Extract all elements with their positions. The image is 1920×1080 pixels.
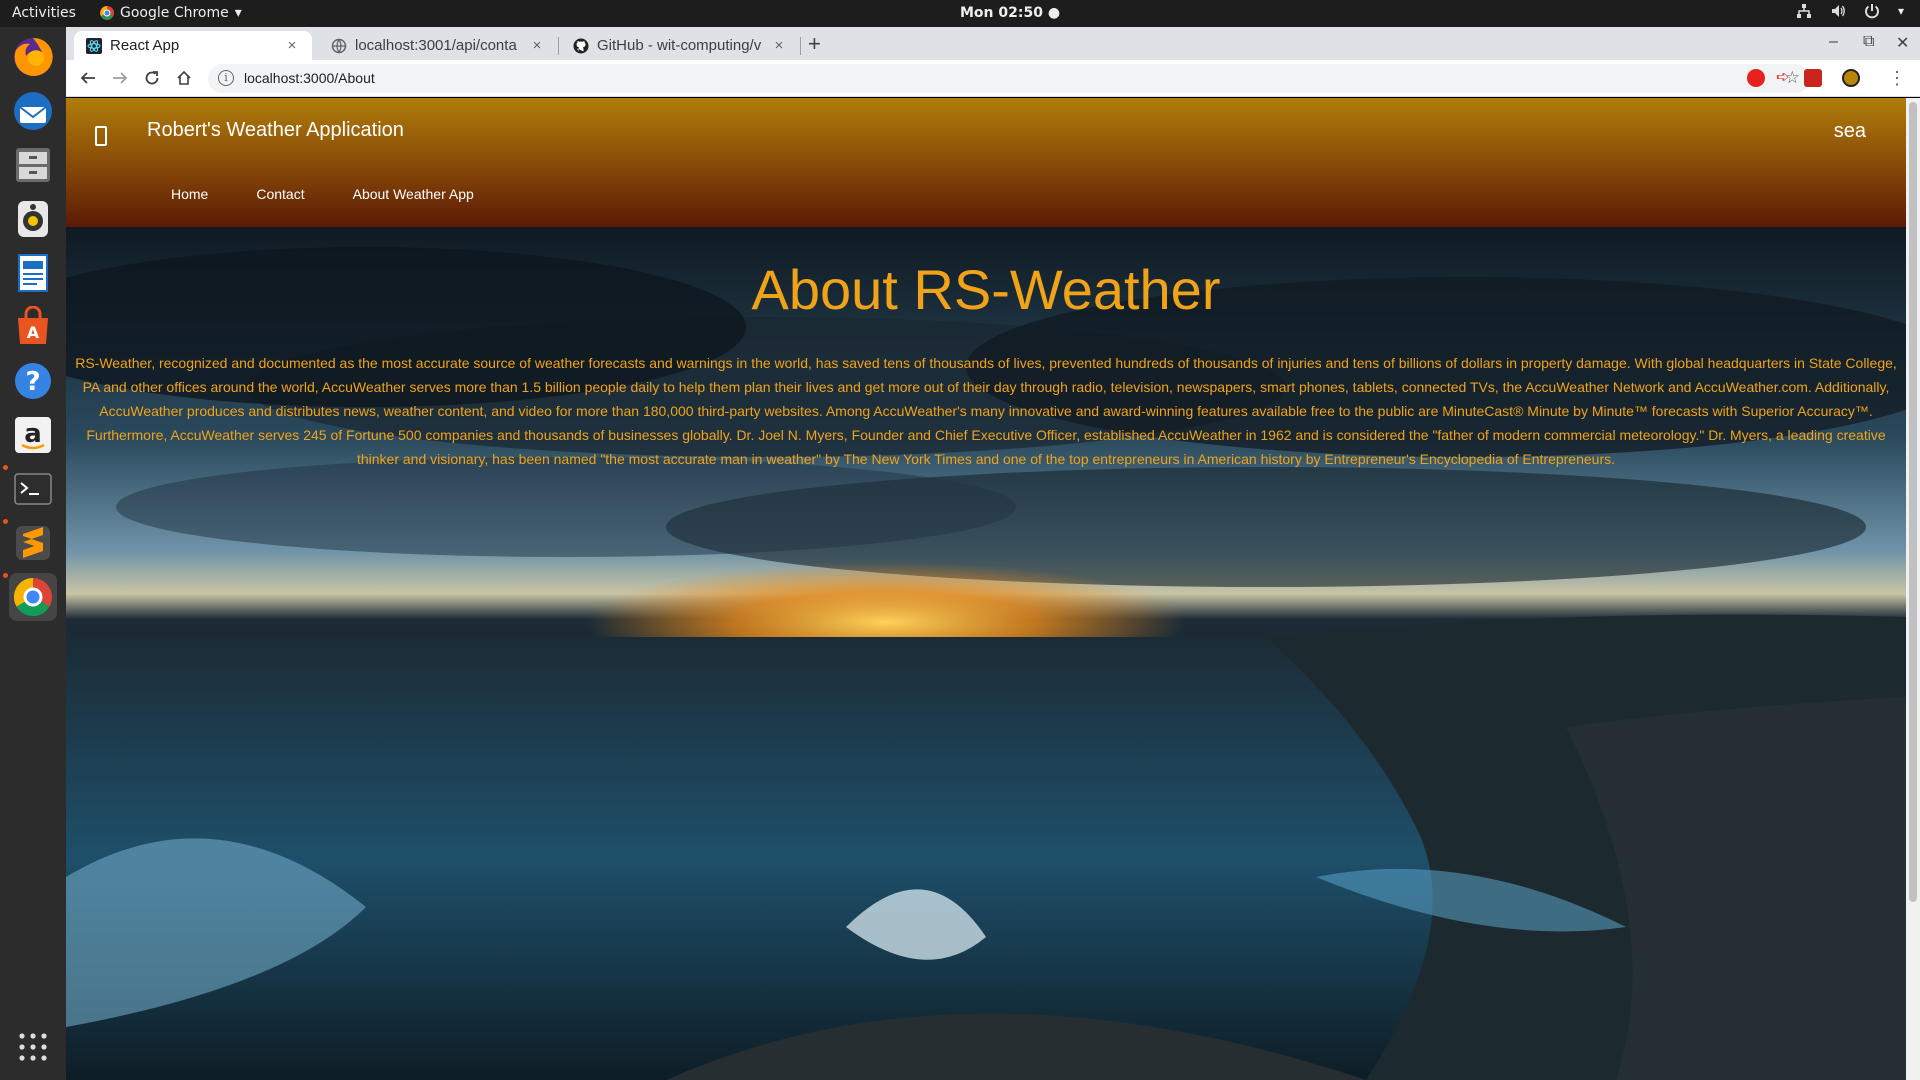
terminal-launcher[interactable] [9,465,57,513]
tab-github[interactable]: GitHub - wit-computing/v × [561,31,799,60]
browser-toolbar: i localhost:3000/About ☆ ➪ ⋮ [66,60,1920,97]
chevron-down-icon: ▾ [1897,4,1904,18]
site-info-icon[interactable]: i [218,70,234,86]
app-menu-label: Google Chrome [120,5,229,21]
tab-close-button[interactable]: × [284,37,300,54]
app-brand[interactable]: Robert's Weather Application [147,119,404,142]
show-applications-button[interactable] [9,1023,57,1071]
react-favicon-icon [86,37,102,54]
activities-button[interactable]: Activities [12,5,76,21]
sublime-launcher[interactable] [9,519,57,567]
software-launcher[interactable]: A [9,303,57,351]
nav-link-contact[interactable]: Contact [256,186,304,202]
clock[interactable]: Mon 02:50 ● [960,5,1060,21]
page-viewport: Robert's Weather Application sea Home Co… [66,98,1906,1080]
firefox-icon [14,37,53,76]
app-navbar: Robert's Weather Application sea Home Co… [66,98,1906,227]
speaker-icon [18,201,48,237]
network-icon [1796,4,1811,18]
svg-text:a: a [24,419,42,449]
chrome-icon [100,6,114,20]
terminal-icon [14,473,52,505]
svg-text:A: A [27,323,40,342]
power-icon [1864,4,1879,19]
svg-text:?: ? [25,367,40,397]
rhythmbox-launcher[interactable] [9,195,57,243]
chrome-icon [13,577,52,617]
forward-button[interactable] [109,67,131,89]
clock-text: Mon 02:50 [960,5,1043,21]
about-paragraph: RS-Weather, recognized and documented as… [75,355,1897,467]
scrollbar-thumb[interactable] [1909,102,1917,902]
page-title: About RS-Weather [751,258,1221,321]
tab-close-button[interactable]: × [529,37,545,54]
page-scrollbar[interactable] [1906,98,1920,1080]
new-tab-button[interactable]: + [808,31,821,57]
close-window-button[interactable]: ✕ [1896,33,1909,53]
tab-react-app[interactable]: React App × [74,31,312,60]
search-input[interactable]: sea [1834,120,1866,143]
reload-icon [145,71,159,85]
tab-strip: React App × localhost:3001/api/conta × G… [66,27,1920,60]
tab-title: localhost:3001/api/conta [355,37,517,54]
file-cabinet-icon [16,148,50,182]
hero-section: About RS-Weather RS-Weather, recognized … [66,227,1906,1080]
amazon-icon: a [15,417,51,453]
tab-title: React App [110,37,180,54]
dock: A ? a [0,27,66,1080]
nav-links: Home Contact About Weather App [171,186,522,202]
github-icon [573,38,589,53]
maximize-button[interactable]: ⧉ [1863,33,1874,51]
arrow-right-icon [113,72,128,84]
tab-localhost-api[interactable]: localhost:3001/api/conta × [319,31,557,60]
url-text: localhost:3000/About [244,70,375,86]
thunderbird-launcher[interactable] [9,87,57,135]
notification-dot-icon: ● [1047,5,1061,21]
help-icon: ? [15,363,51,399]
globe-icon [331,38,347,54]
chevron-down-icon: ▾ [234,5,242,21]
app-menu[interactable]: Google Chrome ▾ [100,5,242,21]
amazon-launcher[interactable]: a [9,411,57,459]
volume-icon [1831,5,1845,17]
system-tray[interactable]: ▾ [1796,3,1904,19]
nav-link-about[interactable]: About Weather App [353,186,474,202]
help-launcher[interactable]: ? [9,357,57,405]
app-grid-icon [19,1033,47,1061]
tab-close-button[interactable]: × [771,37,787,54]
shopping-bag-icon: A [18,306,48,344]
files-launcher[interactable] [9,141,57,189]
reload-button[interactable] [141,67,163,89]
sublime-icon [16,526,50,560]
tab-title: GitHub - wit-computing/v [597,37,762,54]
thunderbird-icon [14,92,52,130]
chrome-launcher[interactable] [9,573,57,621]
profile-avatar[interactable] [1842,69,1860,87]
home-button[interactable] [173,67,195,89]
back-button[interactable] [77,67,99,89]
system-top-bar: Activities Google Chrome ▾ Mon 02:50 ● ▾ [0,0,1920,27]
opera-extension-icon[interactable] [1747,69,1765,87]
menu-icon[interactable] [95,126,107,146]
nav-link-home[interactable]: Home [171,186,208,202]
firefox-launcher[interactable] [9,33,57,81]
menu-kebab-icon[interactable]: ⋮ [1886,67,1908,89]
document-icon [18,254,48,292]
address-bar[interactable]: i localhost:3000/About ☆ [208,64,1810,93]
writer-launcher[interactable] [9,249,57,297]
arrow-left-icon [80,72,95,84]
forward-extension-icon[interactable]: ➪ [1776,69,1794,87]
home-icon [177,70,191,85]
red-extension-icon[interactable] [1804,69,1822,87]
minimize-button[interactable]: – [1829,33,1838,51]
